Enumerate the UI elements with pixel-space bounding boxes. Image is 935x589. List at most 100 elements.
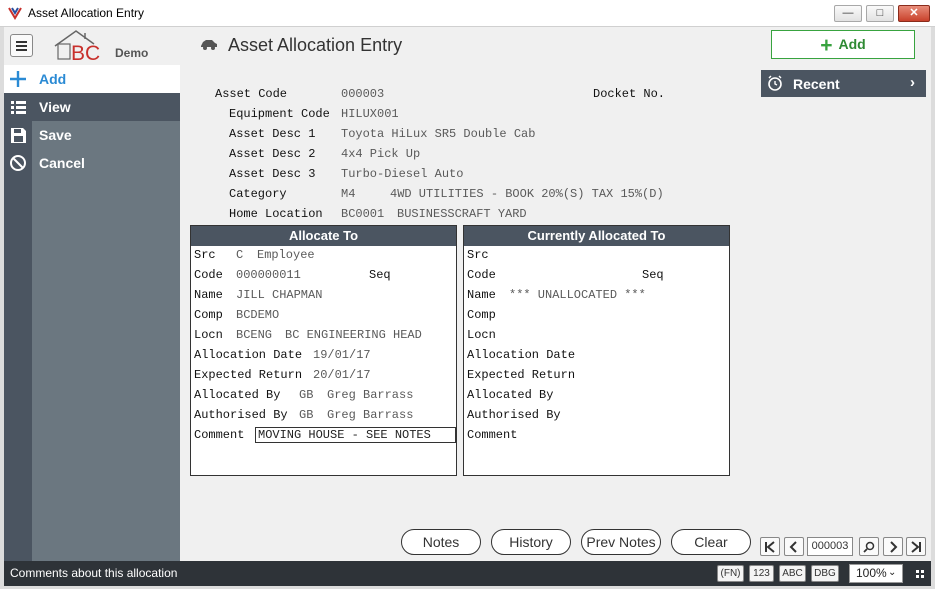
comment-label: Comment (467, 428, 518, 442)
last-icon (911, 541, 921, 553)
recent-label: Recent (793, 76, 840, 92)
allocation-date-field[interactable]: 19/01/17 (313, 348, 371, 362)
history-button[interactable]: History (491, 529, 571, 555)
status-bar: Comments about this allocation (FN) 123 … (4, 561, 931, 586)
chevron-right-icon: › (910, 74, 915, 91)
comp-label: Comp (194, 308, 223, 322)
status-message: Comments about this allocation (10, 566, 178, 580)
comp-value: BCDEMO (236, 308, 280, 322)
recent-button[interactable]: Recent › (761, 70, 926, 97)
name-value: *** UNALLOCATED *** (509, 288, 646, 302)
name-label: Name (467, 288, 496, 302)
category-label: Category (229, 187, 287, 201)
expected-return-label: Expected Return (194, 368, 303, 382)
seq-label: Seq (369, 268, 391, 282)
code-field[interactable]: 000000011 (236, 268, 301, 282)
chevron-left-icon (789, 541, 797, 553)
sidebar-item-view[interactable]: View (4, 93, 180, 121)
locn-description: BC ENGINEERING HEAD (285, 328, 422, 342)
allocate-to-panel: Allocate To Src C Employee Code 00000001… (190, 225, 457, 476)
asset-code-field[interactable]: 000003 (341, 87, 384, 101)
clear-button[interactable]: Clear (671, 529, 751, 555)
logo-text: BC (71, 42, 100, 63)
name-label: Name (194, 288, 223, 302)
authorised-by-name: Greg Barrass (327, 408, 414, 422)
first-record-button[interactable] (760, 537, 780, 556)
prev-record-button[interactable] (784, 537, 804, 556)
notes-button[interactable]: Notes (401, 529, 481, 555)
locn-label: Locn (467, 328, 496, 342)
zoom-select[interactable]: 100% ⌄ (849, 564, 903, 583)
close-button[interactable]: ✕ (898, 5, 930, 22)
title-bar: Asset Allocation Entry — □ ✕ (0, 0, 935, 27)
sidebar-item-label: Add (39, 71, 67, 87)
company-logo: BC (54, 30, 100, 63)
authorised-by-code[interactable]: GB (299, 408, 313, 422)
sidebar-item-save[interactable]: Save (4, 121, 180, 149)
comment-label: Comment (194, 428, 245, 442)
code-label: Code (194, 268, 223, 282)
allocation-date-label: Allocation Date (194, 348, 303, 362)
comp-label: Comp (467, 308, 496, 322)
asset-desc2-label: Asset Desc 2 (229, 147, 316, 161)
plus-icon (10, 71, 26, 87)
prev-notes-button[interactable]: Prev Notes (581, 529, 661, 555)
window-title: Asset Allocation Entry (28, 6, 145, 20)
menu-button[interactable] (10, 34, 33, 57)
sidebar-item-label: View (39, 99, 71, 115)
currently-allocated-heading: Currently Allocated To (464, 226, 729, 246)
next-record-button[interactable] (883, 537, 903, 556)
maximize-button[interactable]: □ (866, 5, 894, 22)
src-code[interactable]: C (236, 248, 243, 262)
asset-desc3-label: Asset Desc 3 (229, 167, 316, 181)
sidebar-item-cancel[interactable]: Cancel (4, 149, 180, 177)
add-button[interactable]: + Add (771, 30, 915, 59)
allocation-date-label: Allocation Date (467, 348, 576, 362)
name-value: JILL CHAPMAN (236, 288, 323, 302)
app-logo-icon (8, 7, 22, 20)
asset-desc1-label: Asset Desc 1 (229, 127, 316, 141)
allocated-by-code[interactable]: GB (299, 388, 313, 402)
asset-desc1-value: Toyota HiLux SR5 Double Cab (341, 127, 536, 141)
asset-desc2-value: 4x4 Pick Up (341, 147, 421, 161)
equipment-code-label: Equipment Code (229, 107, 330, 121)
page-title: Asset Allocation Entry (228, 35, 403, 55)
caps-lock-indicator[interactable]: ABC (779, 565, 806, 582)
category-description: 4WD UTILITIES - BOOK 20%(S) TAX 15%(D) (390, 187, 664, 201)
zoom-value: 100% (856, 566, 887, 580)
app-window: Asset Allocation Entry — □ ✕ BC Demo Ass… (0, 0, 935, 589)
last-record-button[interactable] (906, 537, 926, 556)
sidebar: Add View Save Cancel (4, 65, 180, 561)
search-icon (863, 541, 875, 553)
plus-icon: + (820, 34, 833, 57)
debug-indicator[interactable]: DBG (811, 565, 839, 582)
src-description: Employee (257, 248, 315, 262)
docket-label: Docket No. (593, 87, 666, 101)
cancel-icon (10, 155, 26, 171)
src-label: Src (467, 248, 489, 262)
app-header: BC Demo Asset Allocation Entry + Add (4, 27, 931, 65)
first-icon (765, 541, 775, 553)
category-code: M4 (341, 187, 356, 201)
search-record-button[interactable] (859, 537, 879, 556)
num-lock-indicator[interactable]: 123 (749, 565, 774, 582)
expected-return-field[interactable]: 20/01/17 (313, 368, 371, 382)
home-location-description: BUSINESSCRAFT YARD (397, 207, 527, 221)
sidebar-item-label: Cancel (39, 155, 85, 171)
locn-label: Locn (194, 328, 223, 342)
allocate-to-heading: Allocate To (191, 226, 456, 246)
authorised-by-label: Authorised By (467, 408, 561, 422)
sidebar-item-add[interactable]: Add (4, 65, 180, 93)
fn-indicator[interactable]: (FN) (717, 565, 744, 582)
sidebar-item-label: Save (39, 127, 72, 143)
authorised-by-label: Authorised By (194, 408, 288, 422)
comment-input[interactable]: MOVING HOUSE - SEE NOTES (255, 427, 456, 443)
record-number-field[interactable]: 000003 (807, 537, 853, 556)
list-icon (11, 101, 26, 114)
add-button-label: Add (838, 36, 866, 52)
locn-code: BCENG (236, 328, 273, 342)
chevron-down-icon: ⌄ (888, 567, 897, 578)
minimize-button[interactable]: — (834, 5, 862, 22)
resize-grip-icon[interactable] (916, 570, 924, 578)
currently-allocated-panel: Currently Allocated To Src Code Seq Name… (463, 225, 730, 476)
